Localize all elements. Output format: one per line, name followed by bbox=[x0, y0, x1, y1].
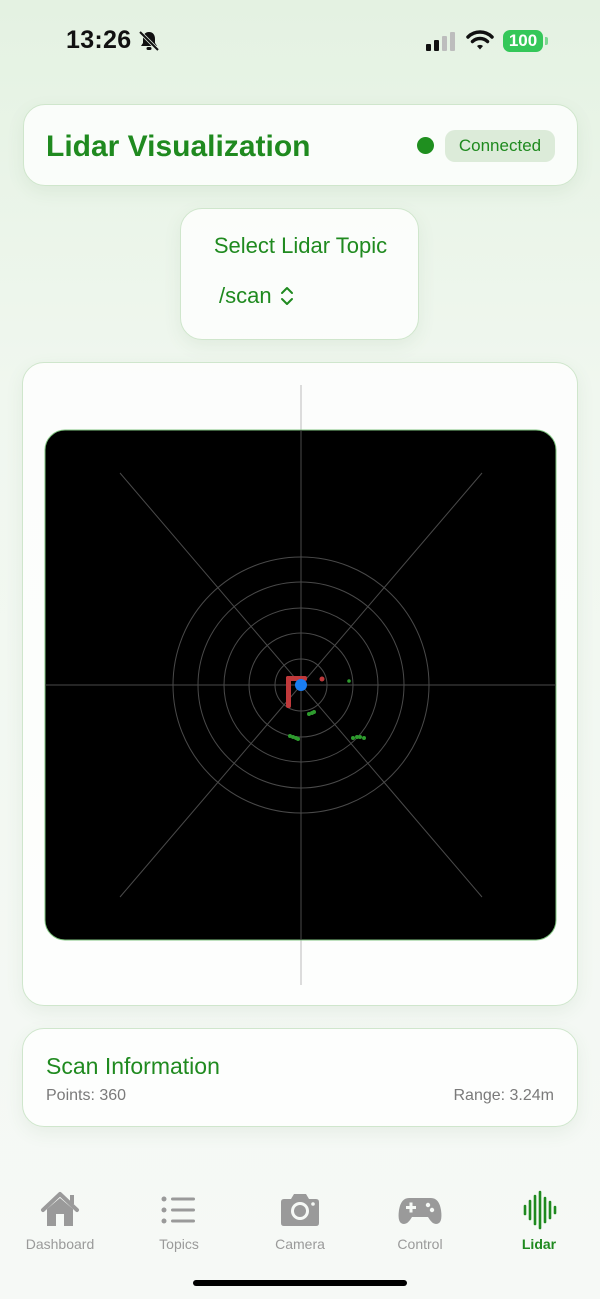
cell-signal-icon bbox=[426, 32, 455, 51]
scan-point bbox=[347, 679, 351, 683]
scan-info-card: Scan Information Points: 360 Range: 3.24… bbox=[22, 1028, 578, 1127]
battery-indicator: 100 bbox=[503, 30, 543, 52]
battery-cap bbox=[545, 37, 548, 45]
scan-range-value: Range: 3.24m bbox=[453, 1087, 554, 1104]
topic-select[interactable]: /scan bbox=[219, 281, 294, 311]
tab-label: Dashboard bbox=[25, 1236, 95, 1252]
camera-icon bbox=[281, 1194, 319, 1226]
tab-label: Control bbox=[397, 1236, 443, 1252]
scan-info-title: Scan Information bbox=[46, 1053, 220, 1079]
scan-point bbox=[362, 736, 366, 740]
scan-point bbox=[351, 736, 355, 740]
tab-label: Camera bbox=[275, 1236, 325, 1252]
tab-label: Topics bbox=[159, 1236, 199, 1252]
near-obstacle-point bbox=[319, 676, 325, 682]
scan-point bbox=[312, 710, 316, 714]
topic-select-value: /scan bbox=[219, 283, 272, 308]
page-title: Lidar Visualization bbox=[46, 130, 311, 163]
tab-control[interactable]: Control bbox=[365, 1190, 475, 1252]
clock: 13:26 bbox=[66, 26, 132, 54]
robot-position-marker bbox=[295, 679, 307, 691]
topic-picker-card: Select Lidar Topic /scan bbox=[180, 208, 419, 340]
scan-points-count: Points: 360 bbox=[46, 1087, 127, 1104]
tab-dashboard[interactable]: Dashboard bbox=[5, 1190, 115, 1252]
topic-picker-title: Select Lidar Topic bbox=[213, 233, 388, 258]
tab-camera[interactable]: Camera bbox=[245, 1190, 355, 1252]
tab-label: Lidar bbox=[521, 1236, 557, 1252]
connection-status-dot bbox=[417, 137, 434, 154]
lidar-visualization-card bbox=[22, 362, 578, 1006]
scan-point bbox=[296, 737, 300, 741]
bell-slash-icon bbox=[138, 30, 160, 52]
lidar-scan-canvas[interactable] bbox=[23, 363, 579, 1007]
house-icon bbox=[41, 1192, 79, 1226]
tab-topics[interactable]: Topics bbox=[124, 1190, 234, 1252]
gamepad-icon bbox=[398, 1198, 442, 1224]
header-card: Lidar Visualization Connected bbox=[23, 104, 578, 186]
wifi-icon bbox=[466, 30, 494, 50]
waveform-icon bbox=[523, 1190, 557, 1230]
status-bar: 13:26 100 bbox=[0, 0, 600, 84]
list-icon bbox=[161, 1196, 195, 1224]
tab-bar: Dashboard Topics Camera Control Lidar bbox=[0, 1180, 600, 1260]
connection-status-badge: Connected bbox=[445, 130, 555, 162]
home-indicator bbox=[193, 1280, 407, 1286]
chevron-up-down-icon bbox=[280, 287, 293, 305]
scan-point bbox=[358, 735, 362, 739]
tab-lidar[interactable]: Lidar bbox=[484, 1190, 594, 1252]
